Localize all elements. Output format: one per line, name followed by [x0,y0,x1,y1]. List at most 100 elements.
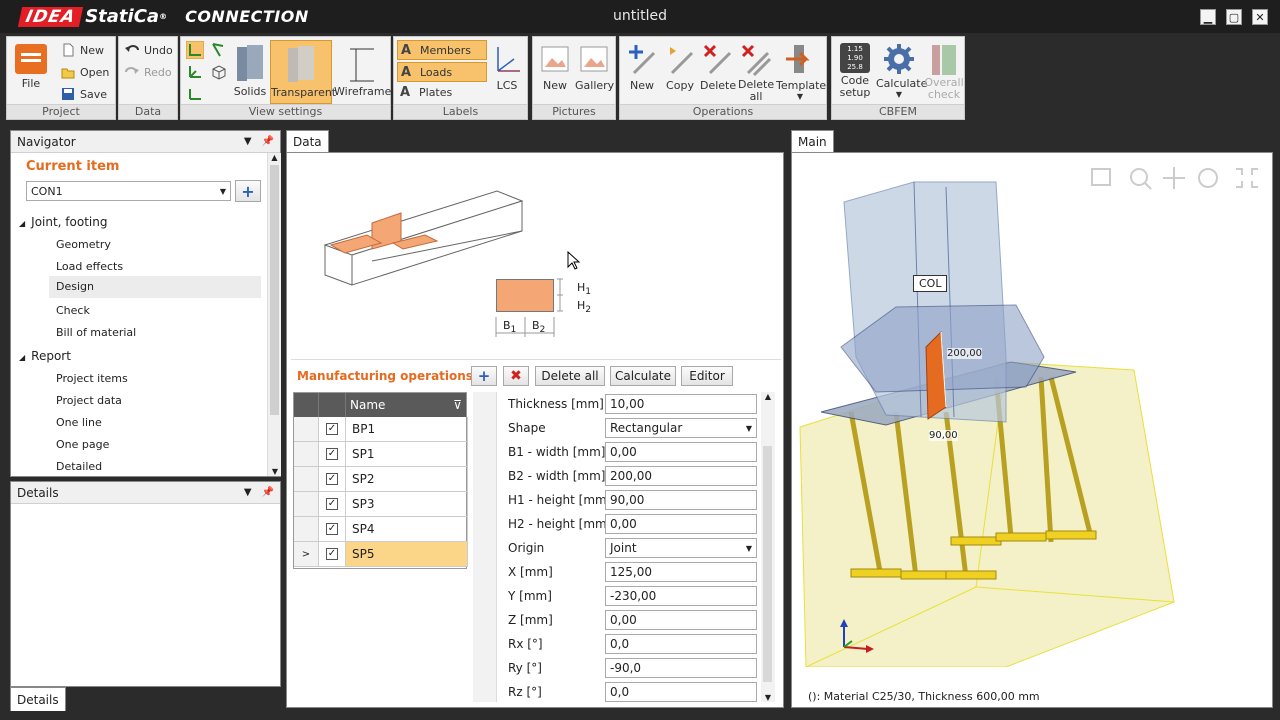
nav-item-bill-of-material[interactable]: Bill of material [56,326,136,339]
redo-button[interactable]: Redo [125,65,172,79]
current-item-select[interactable]: CON1 ▼ [26,181,231,201]
nav-item-project-data[interactable]: Project data [56,394,122,407]
new-project-button[interactable]: New [61,43,104,57]
chevron-down-icon[interactable]: ▼ [244,136,252,147]
gallery-button[interactable]: Gallery [575,43,614,92]
nav-item-design[interactable]: Design [49,276,261,298]
chevron-down-icon[interactable]: ▼ [244,487,252,498]
row-check-cell[interactable]: ✓ [319,442,346,466]
header-name-column[interactable]: Name ⊽ [346,393,466,417]
add-operation-button[interactable]: + [471,366,497,386]
property-input[interactable]: 0,00 [605,442,757,462]
table-row[interactable]: ✓ SP1 [294,442,468,467]
table-row[interactable]: ✓ SP2 [294,467,468,492]
table-row[interactable]: ✓ SP4 [294,517,468,542]
row-check-cell[interactable]: ✓ [319,542,346,566]
tab-data[interactable]: Data [286,130,329,152]
operation-new-button[interactable]: New [624,43,660,92]
nav-item-load-effects[interactable]: Load effects [56,260,123,273]
delete-all-operations-button[interactable]: Delete all [535,366,605,386]
table-row[interactable]: ✓ BP1 [294,417,468,442]
tree-node-joint[interactable]: ◢ Joint, footing [19,215,107,229]
close-button[interactable]: ✕ [1252,9,1268,25]
add-item-button[interactable]: + [235,180,261,202]
nav-item-detailed[interactable]: Detailed [56,460,102,473]
scroll-up-icon[interactable]: ▲ [268,153,281,162]
property-input[interactable]: 10,00 [605,394,757,414]
checkbox-checked-icon[interactable]: ✓ [326,523,338,535]
checkbox-checked-icon[interactable]: ✓ [326,423,338,435]
tree-collapse-icon[interactable]: ◢ [19,219,25,228]
delete-all-button[interactable]: Delete all [738,43,774,103]
view-front-icon[interactable] [210,41,228,59]
table-row[interactable]: ✓ SP3 [294,492,468,517]
row-check-cell[interactable]: ✓ [319,517,346,541]
tree-node-report[interactable]: ◢ Report [19,349,71,363]
code-setup-button[interactable]: 1.15 1.90 25.8 Code setup [836,43,874,99]
template-button[interactable]: Template ▼ [776,43,826,101]
nav-item-check[interactable]: Check [56,304,90,317]
wireframe-button[interactable]: Wireframe [334,43,391,98]
pin-icon[interactable]: 📌 [262,136,274,147]
solids-button[interactable]: Solids [233,43,267,98]
view-3d-icon[interactable] [186,63,204,81]
filter-icon[interactable]: ⊽ [453,398,462,412]
tab-main[interactable]: Main [791,130,834,152]
scroll-thumb[interactable] [763,446,772,682]
overall-check-button[interactable]: Overall check [924,43,964,101]
loads-toggle[interactable]: A Loads [397,62,487,82]
open-button[interactable]: Open [61,65,109,79]
plates-toggle[interactable]: A Plates [400,85,452,100]
row-check-cell[interactable]: ✓ [319,467,346,491]
navigator-scrollbar[interactable]: ▲ ▼ [267,153,281,476]
property-input[interactable]: 90,00 [605,490,757,510]
property-input[interactable]: -230,00 [605,586,757,606]
undo-button[interactable]: Undo [125,43,173,57]
row-check-cell[interactable]: ✓ [319,492,346,516]
members-toggle[interactable]: A Members [397,40,487,60]
scroll-down-icon[interactable]: ▼ [761,693,775,702]
property-scrollbar[interactable]: ▲ ▼ [761,392,775,702]
pin-icon[interactable]: 📌 [262,487,274,498]
scroll-down-icon[interactable]: ▼ [268,467,282,476]
view-cube-icon[interactable] [210,63,228,81]
file-button[interactable]: File [11,43,51,90]
property-input[interactable]: 0,00 [605,610,757,630]
scroll-up-icon[interactable]: ▲ [761,392,775,401]
picture-new-button[interactable]: New [537,43,573,92]
scroll-thumb[interactable] [270,165,279,415]
calculate-button[interactable]: Calculate ▼ [876,43,927,99]
checkbox-checked-icon[interactable]: ✓ [326,473,338,485]
property-input[interactable]: 200,00 [605,466,757,486]
nav-item-one-line[interactable]: One line [56,416,102,429]
transparent-button[interactable]: Transparent [270,40,336,104]
tab-details[interactable]: Details [10,687,66,711]
view-axes-icon[interactable] [186,41,204,59]
property-input[interactable]: 0,00 [605,514,757,534]
delete-operation-button[interactable]: ✖ [503,366,529,386]
lcs-button[interactable]: LCS [490,43,524,92]
model-3d-view[interactable] [796,157,1268,667]
nav-item-geometry[interactable]: Geometry [56,238,111,251]
property-input[interactable]: 0,0 [605,634,757,654]
view-iso-icon[interactable] [186,85,204,103]
tree-collapse-icon[interactable]: ◢ [19,353,25,362]
property-input[interactable]: -90,0 [605,658,757,678]
property-select[interactable]: Rectangular ▼ [605,418,757,438]
table-row[interactable]: > ✓ SP5 [294,542,468,567]
nav-item-project-items[interactable]: Project items [56,372,128,385]
save-button[interactable]: Save [61,87,107,101]
editor-button[interactable]: Editor [681,366,733,386]
property-select[interactable]: Joint ▼ [605,538,757,558]
property-input[interactable]: 0,0 [605,682,757,702]
checkbox-checked-icon[interactable]: ✓ [326,498,338,510]
delete-button[interactable]: Delete [700,43,736,92]
row-check-cell[interactable]: ✓ [319,417,346,441]
calculate-operations-button[interactable]: Calculate [610,366,676,386]
maximize-button[interactable]: ▢ [1226,9,1242,25]
nav-item-one-page[interactable]: One page [56,438,109,451]
property-input[interactable]: 125,00 [605,562,757,582]
checkbox-checked-icon[interactable]: ✓ [326,448,338,460]
copy-button[interactable]: Copy [662,43,698,92]
checkbox-checked-icon[interactable]: ✓ [326,548,338,560]
